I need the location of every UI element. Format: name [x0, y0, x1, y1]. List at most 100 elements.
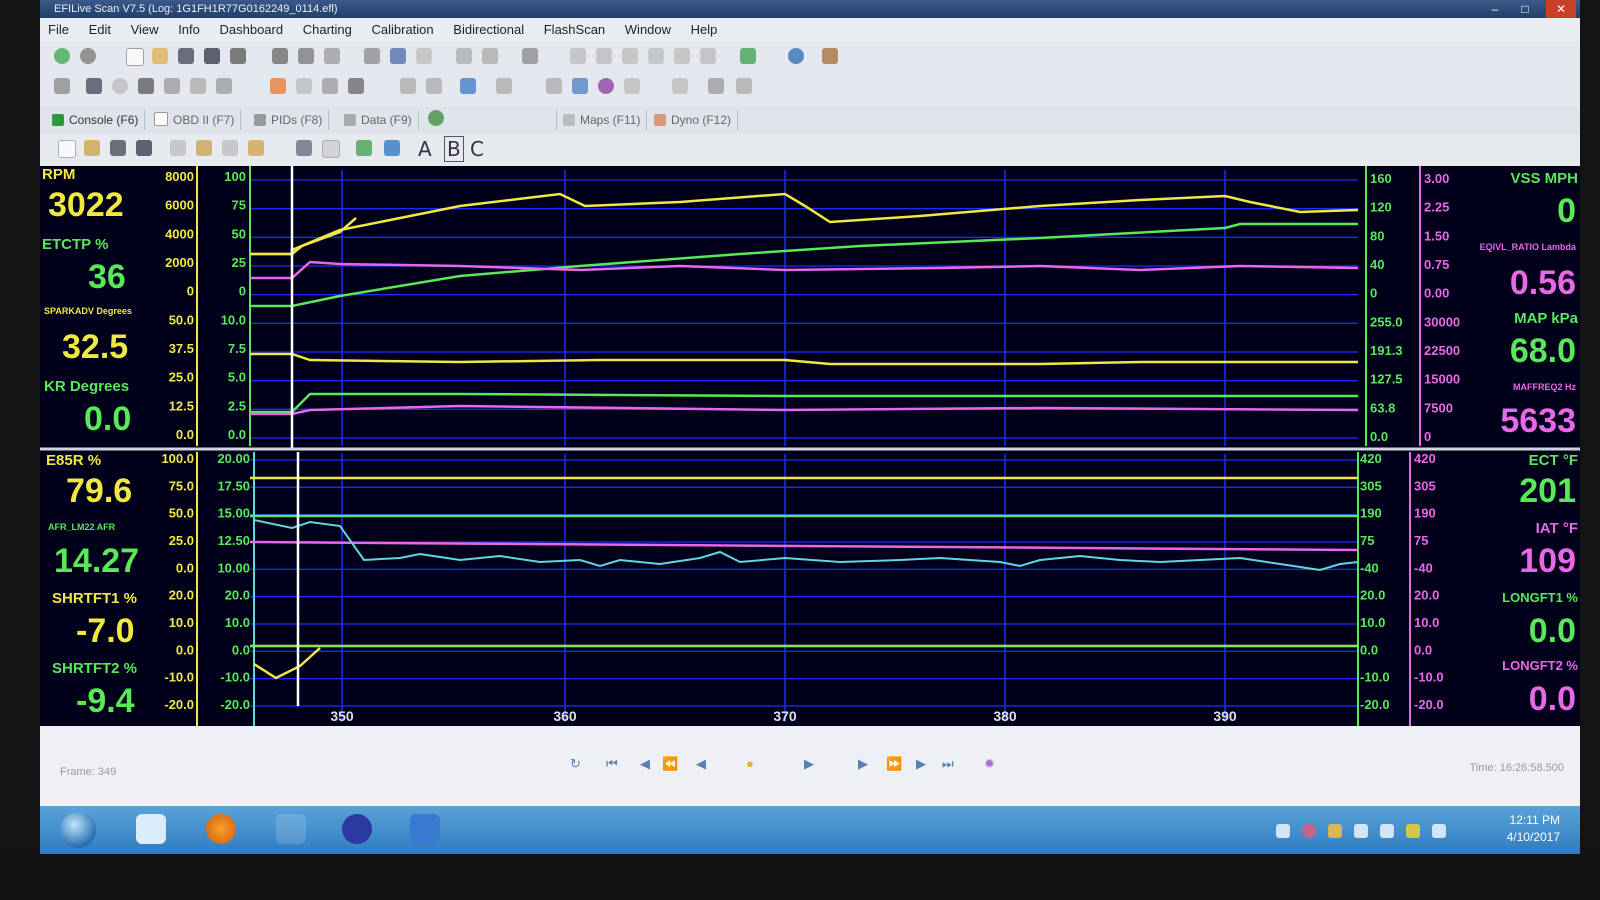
format-a-button[interactable]: A — [418, 137, 432, 161]
eraser-icon[interactable] — [822, 48, 838, 64]
zoom-in-icon[interactable] — [570, 48, 586, 64]
menu-info[interactable]: Info — [170, 18, 208, 37]
efilive-scan-icon[interactable] — [342, 814, 372, 844]
flash-icon[interactable] — [460, 78, 476, 94]
gauge-icon[interactable] — [112, 78, 128, 94]
grid-icon[interactable] — [164, 78, 180, 94]
car-icon[interactable] — [546, 78, 562, 94]
download-icon[interactable] — [400, 78, 416, 94]
connect-icon[interactable] — [54, 48, 70, 64]
menu-edit[interactable]: Edit — [81, 18, 119, 37]
save-icon[interactable] — [178, 48, 194, 64]
tray-network-icon[interactable] — [1354, 824, 1368, 838]
system-clock[interactable]: 12:11 PM 4/10/2017 — [1507, 812, 1560, 846]
menu-flashscan[interactable]: FlashScan — [536, 18, 613, 37]
format-b-button[interactable]: B — [444, 136, 464, 162]
zoom-full-icon[interactable] — [700, 48, 716, 64]
record-icon[interactable] — [390, 48, 406, 64]
cursor-icon[interactable] — [456, 48, 472, 64]
droplet-icon[interactable] — [736, 78, 752, 94]
save-chart-icon[interactable] — [110, 140, 126, 156]
tab-data[interactable]: Data (F9) — [338, 110, 419, 130]
chart-select-icon[interactable] — [296, 140, 312, 156]
menu-dashboard[interactable]: Dashboard — [212, 18, 292, 37]
transfer-icon[interactable] — [496, 78, 512, 94]
new-file-icon[interactable] — [126, 48, 144, 66]
chart-page-icon[interactable] — [322, 140, 340, 158]
marker-icon[interactable] — [482, 48, 498, 64]
copy-icon[interactable] — [364, 48, 380, 64]
tray-folder-icon[interactable] — [1328, 824, 1342, 838]
play-back-icon[interactable]: ◀ — [696, 756, 706, 772]
refresh-icon[interactable]: ↻ — [570, 756, 581, 772]
zoom-select-icon[interactable] — [674, 48, 690, 64]
arrow-left-icon[interactable] — [322, 78, 338, 94]
upload-icon[interactable] — [426, 78, 442, 94]
explorer-icon[interactable] — [136, 814, 166, 844]
save-as-icon[interactable] — [204, 48, 220, 64]
format-c-button[interactable]: C — [470, 137, 484, 161]
o2-sensor-icon[interactable] — [216, 78, 232, 94]
volume-icon[interactable] — [1380, 824, 1394, 838]
print-icon[interactable] — [272, 48, 288, 64]
minimize-icon[interactable]: – — [1480, 0, 1510, 18]
jump-end-icon[interactable]: ⏭ — [942, 756, 954, 772]
new-chart-icon[interactable] — [58, 140, 76, 158]
rewind-icon[interactable]: ⏪ — [662, 756, 678, 772]
tab-pids[interactable]: PIDs (F8) — [248, 110, 330, 130]
tray-app-icon[interactable] — [1276, 824, 1290, 838]
menu-view[interactable]: View — [123, 18, 167, 37]
settings-icon[interactable]: ✹ — [984, 756, 995, 772]
chip-icon[interactable] — [138, 78, 154, 94]
fast-forward-icon[interactable]: ⏩ — [886, 756, 902, 772]
next-icon[interactable]: ▶ — [916, 756, 926, 772]
open-folder-icon[interactable] — [152, 48, 168, 64]
chart-lines-icon[interactable] — [356, 140, 372, 156]
power-icon[interactable] — [1406, 824, 1420, 838]
zoom-reset-icon[interactable] — [648, 48, 664, 64]
options-icon[interactable] — [54, 78, 70, 94]
menu-window[interactable]: Window — [617, 18, 679, 37]
fire-icon[interactable] — [270, 78, 286, 94]
save-all-icon[interactable] — [136, 140, 152, 156]
chart-cut-icon[interactable] — [170, 140, 186, 156]
maximize-icon[interactable]: □ — [1510, 0, 1540, 18]
close-icon[interactable]: ✕ — [1546, 0, 1576, 18]
pause-icon[interactable] — [416, 48, 432, 64]
search-icon[interactable] — [324, 48, 340, 64]
menu-file[interactable]: File — [40, 18, 77, 37]
tab-console[interactable]: Console (F6) — [46, 110, 146, 130]
unlink-icon[interactable] — [624, 78, 640, 94]
tab-dyno[interactable]: Dyno (F12) — [648, 110, 739, 130]
zoom-out-icon[interactable] — [596, 48, 612, 64]
globe-icon[interactable] — [788, 48, 804, 64]
checklist-icon[interactable] — [86, 78, 102, 94]
close-file-icon[interactable] — [230, 48, 246, 64]
disconnect-icon[interactable] — [80, 48, 96, 64]
link-icon[interactable] — [598, 78, 614, 94]
media-icon[interactable] — [276, 814, 306, 844]
tray-security-icon[interactable] — [1302, 824, 1316, 838]
menu-charting[interactable]: Charting — [295, 18, 360, 37]
wrench-icon[interactable] — [296, 78, 312, 94]
plug-icon[interactable] — [190, 78, 206, 94]
tab-maps[interactable]: Maps (F11) — [556, 110, 648, 130]
chart-copy-icon[interactable] — [196, 140, 212, 156]
status-icon[interactable] — [428, 110, 444, 126]
pause-playback-icon[interactable]: ● — [746, 756, 754, 771]
chart-area[interactable]: 8000 6000 4000 2000 0 50.0 37.5 25.0 12.5 0.0 100 7… — [40, 166, 1580, 726]
list-icon[interactable] — [740, 48, 756, 64]
efilive-tune-icon[interactable] — [410, 814, 440, 844]
network-icon[interactable] — [672, 78, 688, 94]
start-button[interactable] — [60, 812, 96, 848]
menu-help[interactable]: Help — [683, 18, 726, 37]
menu-bidirectional[interactable]: Bidirectional — [445, 18, 532, 37]
firefox-icon[interactable] — [206, 814, 236, 844]
step-back-icon[interactable]: ◀ — [640, 756, 650, 772]
chart-scale-icon[interactable] — [384, 140, 400, 156]
chart-pen-icon[interactable] — [248, 140, 264, 156]
cylinder-icon[interactable] — [572, 78, 588, 94]
chart-paste-icon[interactable] — [222, 140, 238, 156]
step-forward-icon[interactable]: ▶ — [858, 756, 868, 772]
cut-icon[interactable] — [522, 48, 538, 64]
